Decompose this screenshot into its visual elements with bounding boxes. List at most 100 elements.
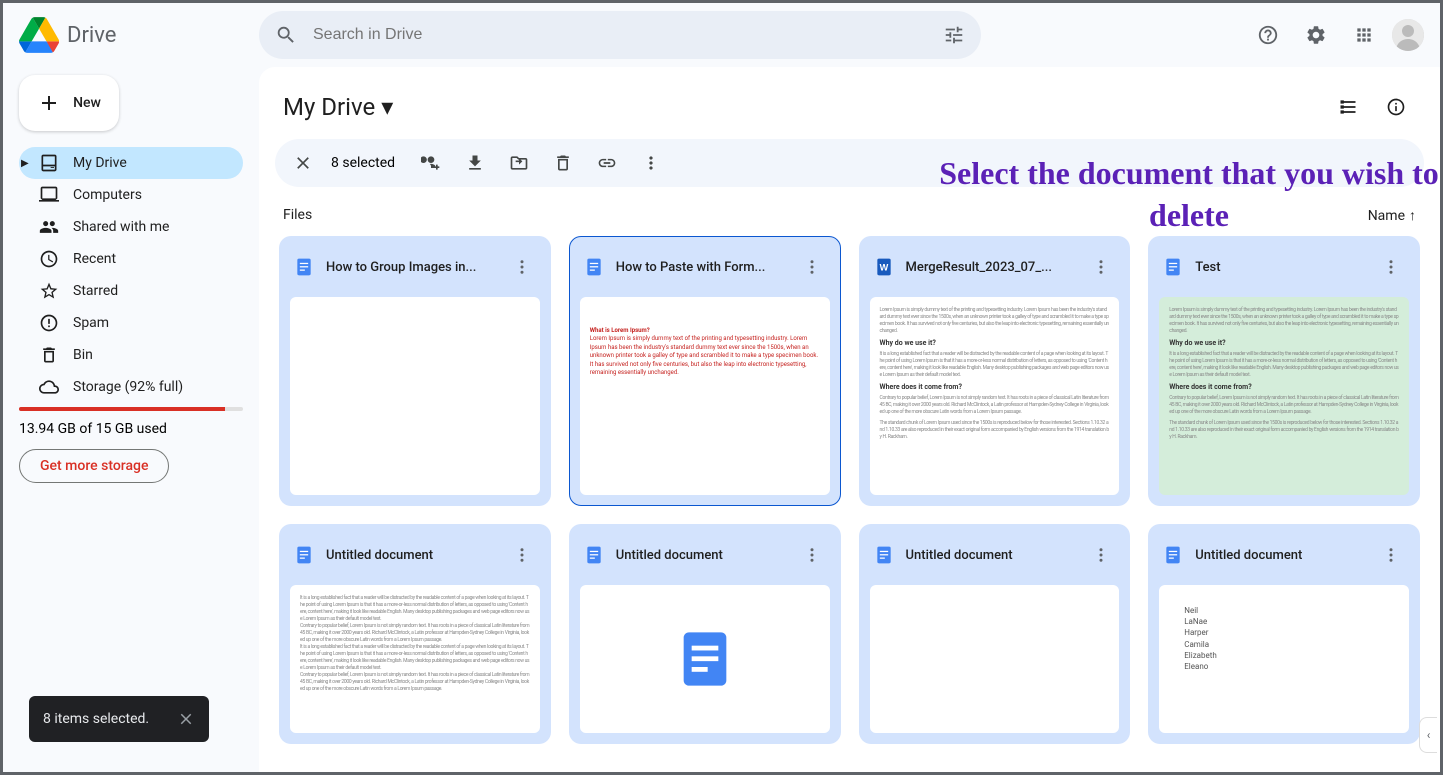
sidebar-item-label: My Drive [73,155,127,171]
bin-icon [39,345,59,365]
sidebar-item-shared[interactable]: Shared with me [19,211,243,243]
sidebar-item-bin[interactable]: Bin [19,339,243,371]
sidebar: New ▶ My Drive Computers Shared with me … [3,67,259,772]
files-label: Files [283,207,312,224]
toast-message: 8 items selected. [43,711,149,727]
file-menu-icon[interactable] [1081,535,1121,575]
toast: 8 items selected. [29,696,209,742]
file-title: Untitled document [616,548,780,563]
shared-icon [39,217,59,237]
side-panel-toggle[interactable]: ‹ [1419,717,1437,753]
arrow-up-icon: ↑ [1409,207,1416,224]
computers-icon [39,185,59,205]
file-title: How to Group Images in... [326,260,490,275]
svg-text:W: W [879,262,888,272]
settings-icon[interactable] [1296,15,1336,55]
search-input[interactable] [313,26,927,44]
sidebar-item-computers[interactable]: Computers [19,179,243,211]
file-preview [870,585,1120,733]
docs-icon [294,257,314,277]
file-preview [580,585,830,733]
file-card[interactable]: Untitled document [569,524,841,744]
search-icon [275,24,297,46]
file-preview [290,297,540,495]
file-menu-icon[interactable] [792,247,832,287]
sidebar-item-recent[interactable]: Recent [19,243,243,275]
sidebar-item-label: Storage (92% full) [73,379,183,395]
docs-icon [584,545,604,565]
file-menu-icon[interactable] [1371,247,1411,287]
file-card[interactable]: Untitled document [859,524,1131,744]
sidebar-item-my-drive[interactable]: ▶ My Drive [19,147,243,179]
file-menu-icon[interactable] [502,247,542,287]
sidebar-item-starred[interactable]: Starred [19,275,243,307]
file-menu-icon[interactable] [792,535,832,575]
file-card[interactable]: Test Lorem Ipsum is simply dummy text of… [1148,236,1420,506]
docs-icon [294,545,314,565]
docs-icon [1163,545,1183,565]
more-button[interactable] [631,143,671,183]
tune-icon[interactable] [943,24,965,46]
file-card[interactable]: Untitled document It is a long establish… [279,524,551,744]
file-title: Untitled document [906,548,1070,563]
link-button[interactable] [587,143,627,183]
selection-count: 8 selected [331,155,395,171]
sidebar-item-label: Spam [73,315,109,331]
breadcrumb[interactable]: My Drive ▾ [283,93,393,121]
file-title: Untitled document [1195,548,1359,563]
new-button[interactable]: New [19,75,119,131]
close-icon[interactable] [177,710,195,728]
docs-icon [874,545,894,565]
caret-icon: ▶ [21,158,29,169]
list-view-icon[interactable] [1328,87,1368,127]
header-actions [1248,15,1424,55]
spam-icon [39,313,59,333]
file-grid: How to Group Images in... How to Paste w… [275,236,1424,744]
download-button[interactable] [455,143,495,183]
docs-icon [1163,257,1183,277]
file-preview: What is Lorem Ipsum? Lorem Ipsum is simp… [580,297,830,495]
help-icon[interactable] [1248,15,1288,55]
sidebar-item-label: Computers [73,187,142,203]
file-title: MergeResult_2023_07_... [906,260,1070,275]
drive-icon [39,153,59,173]
dropdown-icon: ▾ [381,93,393,121]
sidebar-item-storage[interactable]: Storage (92% full) [19,371,243,403]
word-icon: W [874,257,894,277]
avatar[interactable] [1392,19,1424,51]
file-menu-icon[interactable] [502,535,542,575]
search-bar[interactable] [259,11,981,59]
file-card[interactable]: How to Paste with Form... What is Lorem … [569,236,841,506]
get-storage-button[interactable]: Get more storage [19,449,169,483]
file-preview: Lorem Ipsum is simply dummy text of the … [1159,297,1409,495]
share-button[interactable] [411,143,451,183]
breadcrumb-title: My Drive [283,93,375,121]
drive-logo-icon [19,15,59,55]
file-title: Test [1195,260,1359,275]
recent-icon [39,249,59,269]
file-card[interactable]: How to Group Images in... [279,236,551,506]
file-menu-icon[interactable] [1081,247,1121,287]
main: New ▶ My Drive Computers Shared with me … [3,67,1440,772]
logo-section[interactable]: Drive [19,15,259,55]
file-menu-icon[interactable] [1371,535,1411,575]
file-title: How to Paste with Form... [616,260,780,275]
move-button[interactable] [499,143,539,183]
file-preview: Neil LaNae Harper Camila Elizabeth Elean… [1159,585,1409,733]
apps-icon[interactable] [1344,15,1384,55]
sort-label: Name [1368,208,1405,224]
breadcrumb-row: My Drive ▾ [275,83,1424,139]
new-button-label: New [73,95,101,111]
sort-button[interactable]: Name ↑ [1368,207,1416,224]
sidebar-item-label: Shared with me [73,219,169,235]
plus-icon [37,91,61,115]
sidebar-item-label: Bin [73,347,93,363]
docs-icon [584,257,604,277]
file-card[interactable]: Untitled document Neil LaNae Harper Cami… [1148,524,1420,744]
info-icon[interactable] [1376,87,1416,127]
sidebar-item-spam[interactable]: Spam [19,307,243,339]
file-card[interactable]: W MergeResult_2023_07_... Lorem Ipsum is… [859,236,1131,506]
close-selection-button[interactable] [283,143,323,183]
storage-text: 13.94 GB of 15 GB used [19,419,243,449]
delete-button[interactable] [543,143,583,183]
